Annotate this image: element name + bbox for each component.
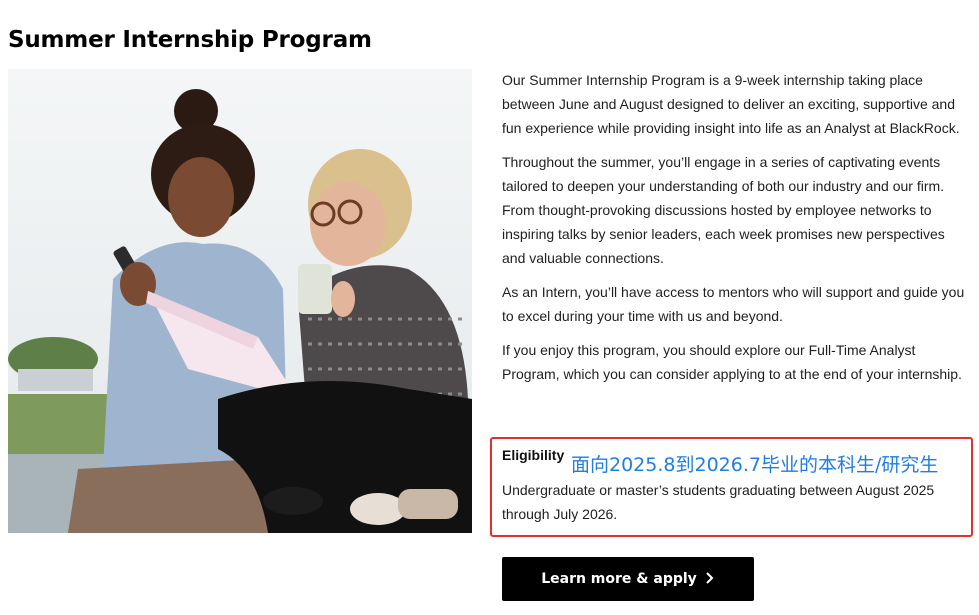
description-paragraph: If you enjoy this program, you should ex… <box>502 342 962 382</box>
learn-more-apply-button[interactable]: Learn more & apply <box>502 557 754 601</box>
eligibility-label: Eligibility <box>502 447 565 463</box>
description-paragraph: As an Intern, you’ll have access to ment… <box>502 284 965 324</box>
chevron-right-icon <box>705 571 715 587</box>
program-description: Our Summer Internship Program is a 9-wee… <box>502 68 970 396</box>
eligibility-text: Undergraduate or master’s students gradu… <box>502 482 935 522</box>
interns-photo <box>8 69 472 533</box>
learn-more-apply-label: Learn more & apply <box>541 571 697 587</box>
eligibility-annotation: 面向2025.8到2026.7毕业的本科生/研究生 <box>571 454 939 476</box>
description-paragraph: Throughout the summer, you’ll engage in … <box>502 154 945 266</box>
page-title: Summer Internship Program <box>8 27 372 54</box>
description-paragraph: Our Summer Internship Program is a 9-wee… <box>502 72 960 136</box>
